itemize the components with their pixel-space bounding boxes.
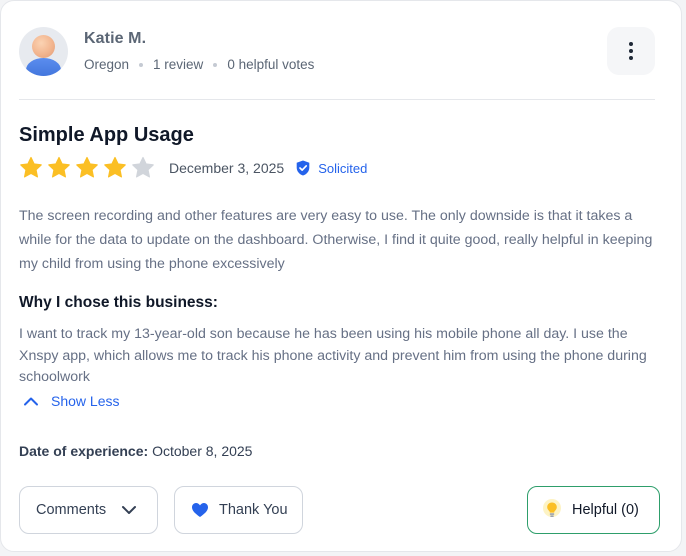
separator-dot (213, 62, 218, 67)
star-rating (19, 156, 155, 180)
review-title: Simple App Usage (19, 124, 194, 146)
thank-you-button[interactable]: Thank You (174, 486, 303, 534)
review-date: December 3, 2025 (169, 160, 285, 176)
review-card: Katie M. Oregon 1 review 0 helpful votes… (0, 0, 682, 552)
solicited-label: Solicited (318, 160, 368, 176)
star-filled-icon (48, 156, 70, 178)
star-filled-icon (104, 156, 126, 178)
star-empty-icon (132, 156, 154, 178)
shield-check-icon (296, 160, 310, 176)
star-filled-icon (76, 156, 98, 178)
separator-dot (139, 62, 144, 67)
solicited-badge[interactable]: Solicited (296, 160, 367, 176)
reviewer-header: Katie M. Oregon 1 review 0 helpful votes (19, 26, 655, 76)
why-chose-body: I want to track my 13-year-old son becau… (19, 326, 647, 385)
thank-you-label: Thank You (219, 502, 288, 518)
avatar (19, 26, 68, 76)
chevron-up-icon (24, 397, 38, 406)
helpful-button[interactable]: Helpful (0) (527, 486, 660, 534)
heart-icon (192, 503, 208, 517)
date-of-experience: Date of experience: October 8, 2025 (19, 443, 252, 459)
lightbulb-icon (543, 499, 561, 517)
reviewer-name[interactable]: Katie M. (84, 30, 314, 48)
reviewer-location: Oregon (84, 57, 130, 72)
reviewer-meta: Oregon 1 review 0 helpful votes (84, 57, 314, 72)
more-vertical-icon (629, 42, 633, 46)
comments-label: Comments (36, 502, 107, 518)
divider (19, 99, 655, 100)
experience-label: Date of experience: (19, 443, 149, 459)
chevron-down-icon (122, 506, 137, 514)
review-body: The screen recording and other features … (19, 208, 653, 272)
reviewer-info: Katie M. Oregon 1 review 0 helpful votes (84, 30, 314, 72)
helpful-label: Helpful (0) (572, 502, 639, 518)
comments-button[interactable]: Comments (19, 486, 158, 534)
star-filled-icon (20, 156, 42, 178)
why-chose-heading: Why I chose this business: (19, 294, 218, 311)
rating-row: December 3, 2025 Solicited (19, 154, 367, 182)
more-options-button[interactable] (607, 27, 655, 75)
experience-date: October 8, 2025 (152, 443, 253, 459)
reviewer-helpful-votes: 0 helpful votes (227, 57, 315, 72)
reviewer-review-count: 1 review (153, 57, 204, 72)
show-less-link[interactable]: Show Less (23, 393, 119, 409)
show-less-label: Show Less (51, 393, 120, 409)
